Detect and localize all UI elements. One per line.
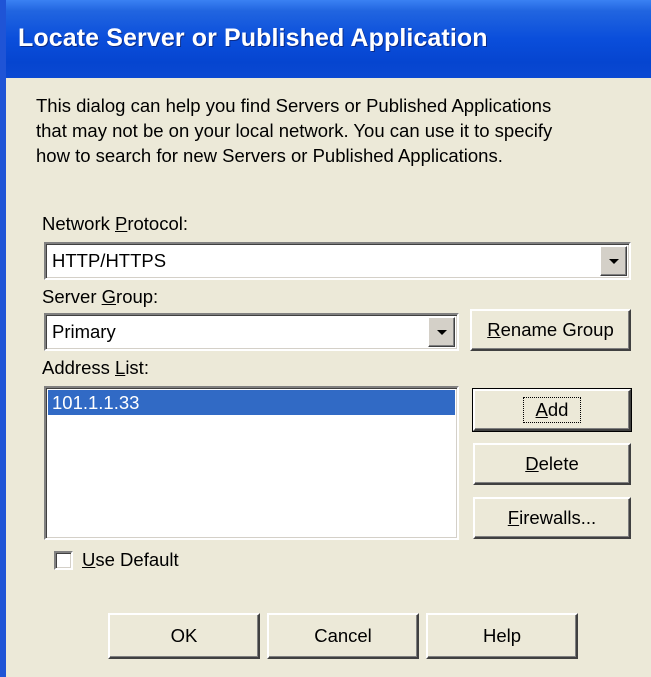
server-group-select[interactable]: Primary — [44, 313, 459, 351]
help-button[interactable]: Help — [426, 613, 578, 659]
use-default-checkbox[interactable] — [54, 551, 73, 570]
dialog-window: Locate Server or Published Application T… — [0, 0, 651, 677]
description-line: how to search for new Servers or Publish… — [36, 145, 503, 166]
description-line: that may not be on your local network. Y… — [36, 120, 553, 141]
add-button-label: Add — [522, 397, 582, 423]
network-protocol-dropdown-button[interactable] — [600, 246, 627, 276]
cancel-button[interactable]: Cancel — [267, 613, 419, 659]
address-list-item[interactable]: 101.1.1.33 — [48, 390, 455, 415]
use-default-label[interactable]: Use Default — [82, 549, 179, 571]
description-text: This dialog can help you find Servers or… — [36, 93, 648, 168]
network-protocol-value: HTTP/HTTPS — [52, 250, 167, 271]
server-group-dropdown-button[interactable] — [428, 317, 455, 347]
delete-button[interactable]: Delete — [473, 443, 631, 485]
address-list-label: Address List: — [42, 357, 149, 378]
firewalls-button[interactable]: Firewalls... — [473, 497, 631, 539]
chevron-down-icon — [608, 259, 619, 264]
address-listbox[interactable]: 101.1.1.33 — [44, 386, 459, 540]
chevron-down-icon — [436, 330, 447, 335]
ok-button[interactable]: OK — [108, 613, 260, 659]
add-button[interactable]: Add — [472, 388, 632, 432]
dialog-title: Locate Server or Published Application — [18, 24, 488, 52]
server-group-label: Server Group: — [42, 286, 159, 307]
network-protocol-label: Network Protocol: — [42, 213, 189, 234]
rename-group-button[interactable]: Rename Group — [470, 309, 631, 351]
network-protocol-select[interactable]: HTTP/HTTPS — [44, 242, 631, 280]
title-bar[interactable]: Locate Server or Published Application — [6, 0, 651, 78]
description-line: This dialog can help you find Servers or… — [36, 95, 552, 116]
server-group-value: Primary — [52, 321, 116, 342]
